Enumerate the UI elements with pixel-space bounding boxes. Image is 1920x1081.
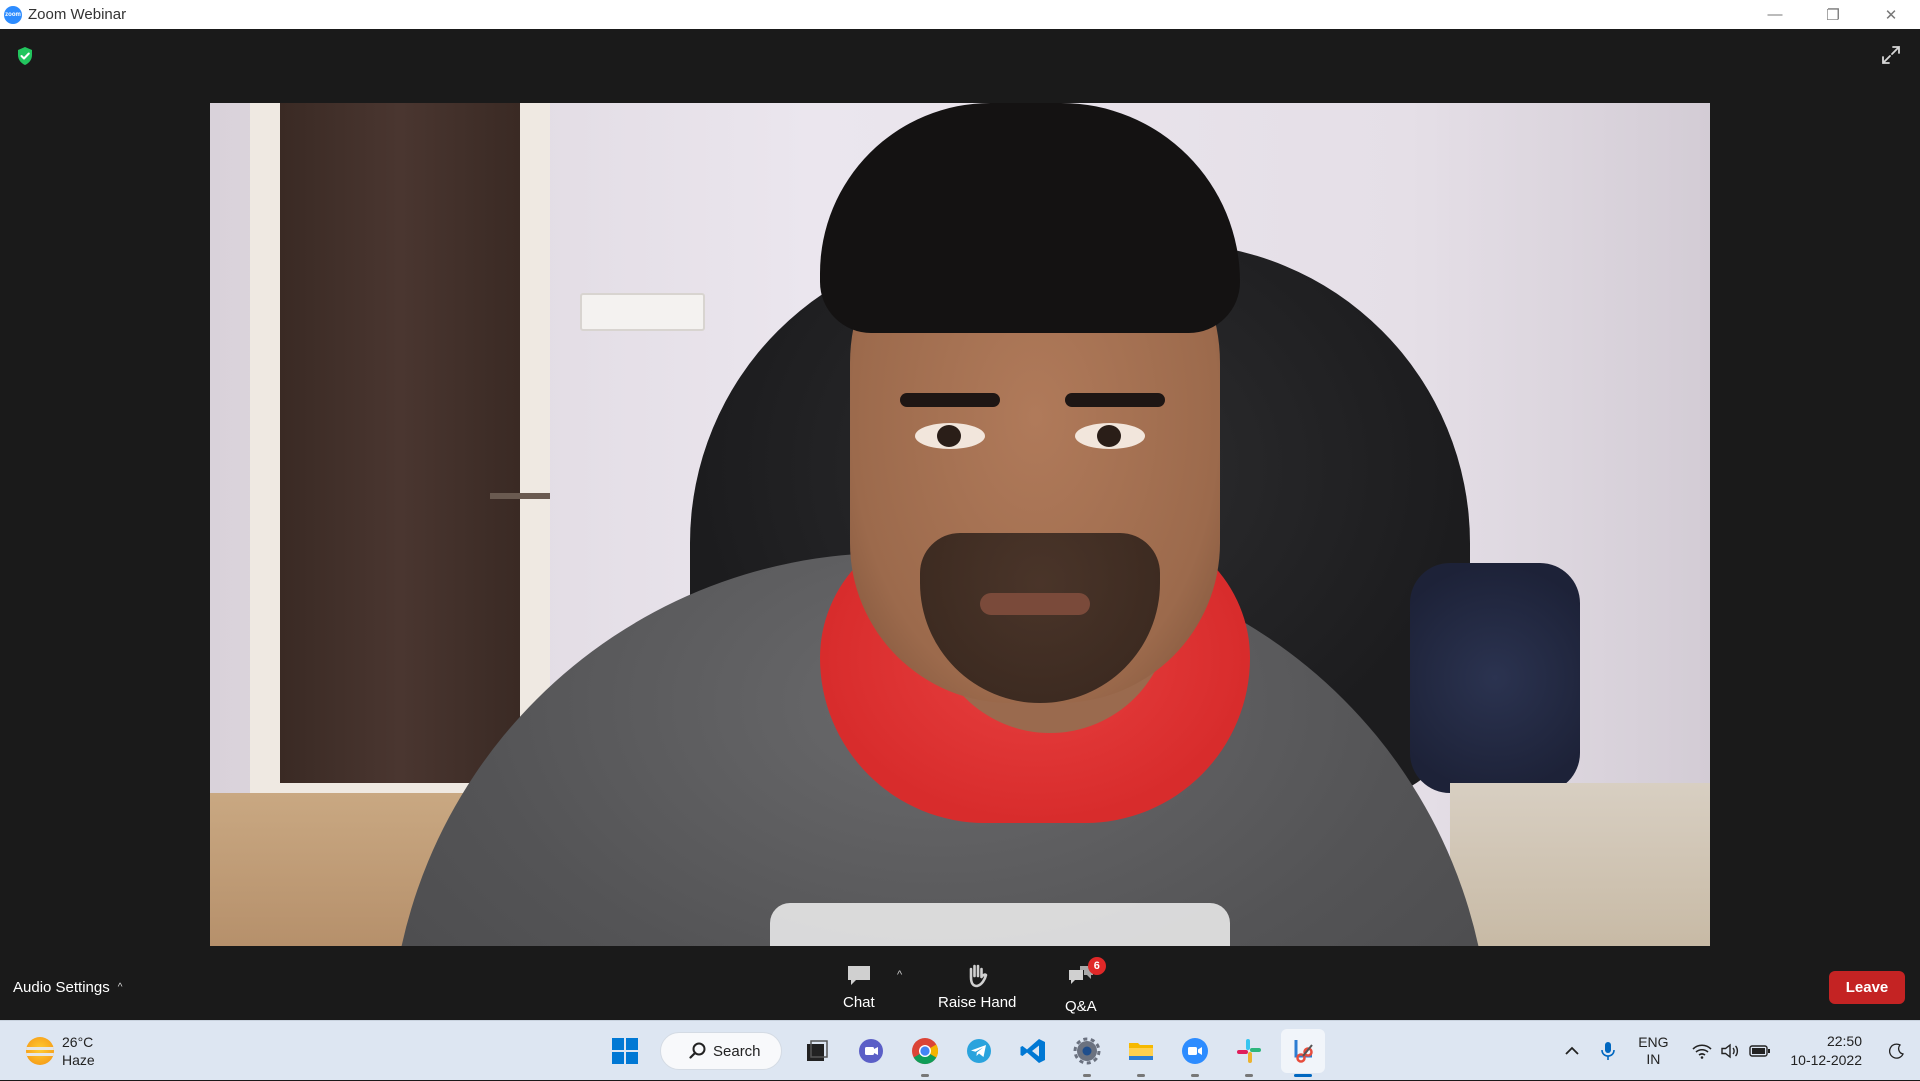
clock[interactable]: 22:50 10-12-2022	[1790, 1032, 1862, 1070]
microphone-tray-button[interactable]	[1590, 1041, 1626, 1061]
video-hoodie-print	[770, 903, 1230, 946]
video-person-eye-right	[1075, 423, 1145, 449]
task-view-button[interactable]	[795, 1029, 839, 1073]
chevron-up-icon	[1565, 1046, 1580, 1055]
raise-hand-label: Raise Hand	[938, 994, 1017, 1011]
taskbar-search[interactable]: Search	[660, 1032, 782, 1070]
running-indicator	[1083, 1074, 1091, 1077]
vscode-button[interactable]	[1011, 1029, 1055, 1073]
settings-gear-icon	[1073, 1037, 1101, 1065]
slack-icon	[1237, 1039, 1261, 1063]
close-button[interactable]: ✕	[1862, 0, 1920, 29]
video-person-eye-left	[915, 423, 985, 449]
show-hidden-icons-button[interactable]	[1554, 1043, 1590, 1059]
microphone-icon	[1601, 1042, 1616, 1060]
wifi-status[interactable]	[1688, 1043, 1716, 1059]
teams-chat-icon	[859, 1039, 883, 1063]
language-line-1: ENG	[1638, 1034, 1669, 1050]
leave-button[interactable]: Leave	[1829, 971, 1905, 1004]
zoom-icon	[1182, 1038, 1208, 1064]
telegram-icon	[967, 1039, 991, 1063]
vscode-icon	[1020, 1039, 1045, 1063]
language-line-2: IN	[1646, 1051, 1661, 1067]
minimize-button[interactable]: —	[1746, 0, 1804, 29]
close-icon: ✕	[1884, 6, 1898, 24]
raise-hand-icon	[969, 964, 988, 988]
clock-time: 22:50	[1826, 1033, 1862, 1049]
qa-count-badge: 6	[1087, 957, 1106, 975]
video-desk	[1450, 783, 1710, 946]
zoom-taskbar-button[interactable]	[1173, 1029, 1217, 1077]
meeting-area	[0, 29, 1920, 1020]
video-door	[280, 103, 520, 783]
chrome-button[interactable]	[903, 1029, 947, 1077]
notification-button[interactable]	[1884, 1043, 1910, 1059]
task-view-icon	[807, 1040, 828, 1061]
speaker-icon	[1721, 1043, 1739, 1059]
start-button[interactable]	[603, 1029, 647, 1073]
running-indicator	[1137, 1074, 1145, 1077]
video-person-mouth	[980, 593, 1090, 615]
haze-weather-icon	[26, 1037, 54, 1065]
chat-options-chevron-icon[interactable]: ^	[897, 969, 902, 981]
weather-widget[interactable]: 26°C Haze	[26, 1033, 95, 1069]
system-tray: ENG IN 22:50 10-12-2022	[1554, 1021, 1920, 1081]
chat-icon	[847, 966, 870, 985]
restore-icon: ❐	[1826, 6, 1840, 24]
minimize-icon: —	[1767, 6, 1783, 23]
teams-chat-button[interactable]	[849, 1029, 893, 1073]
weather-temperature: 26°C	[62, 1034, 94, 1050]
snipping-tool-button[interactable]	[1281, 1029, 1325, 1077]
running-indicator	[921, 1074, 929, 1077]
video-feed	[210, 103, 1710, 946]
meeting-control-bar: Audio Settings ^ Chat ^ Raise Hand 6 Q&A…	[0, 951, 1920, 1020]
video-person-brow-right	[1065, 393, 1165, 407]
video-door-handle	[490, 493, 550, 499]
chrome-icon	[912, 1038, 939, 1065]
battery-status[interactable]	[1744, 1044, 1776, 1058]
snipping-tool-icon	[1294, 1040, 1313, 1063]
video-cloth	[1410, 563, 1580, 793]
wifi-icon	[1692, 1044, 1712, 1059]
language-indicator[interactable]: ENG IN	[1626, 1034, 1680, 1068]
moon-icon	[1889, 1043, 1904, 1059]
search-label: Search	[713, 1042, 761, 1060]
search-icon	[689, 1042, 706, 1059]
audio-settings-label: Audio Settings	[13, 979, 110, 996]
windows-taskbar: 26°C Haze Search ENG IN 22:50 10-12-2022	[0, 1020, 1920, 1080]
window-controls: — ❐ ✕	[1746, 0, 1920, 29]
telegram-button[interactable]	[957, 1029, 1001, 1073]
volume-status[interactable]	[1716, 1043, 1744, 1059]
chevron-up-icon: ^	[117, 982, 123, 993]
weather-condition: Haze	[62, 1052, 95, 1068]
windows-start-icon	[612, 1038, 638, 1064]
active-indicator	[1294, 1074, 1312, 1077]
slack-button[interactable]	[1227, 1029, 1271, 1077]
chat-button[interactable]: Chat	[843, 961, 875, 1011]
settings-button[interactable]	[1065, 1029, 1109, 1077]
restore-button[interactable]: ❐	[1804, 0, 1862, 29]
folder-icon	[1129, 1043, 1153, 1060]
qa-button[interactable]: 6 Q&A	[1065, 957, 1106, 1015]
video-wall-switch	[580, 293, 705, 331]
clock-date: 10-12-2022	[1790, 1052, 1862, 1068]
file-explorer-button[interactable]	[1119, 1029, 1163, 1077]
app-icon-label: zoom	[5, 11, 21, 18]
video-person-brow-left	[900, 393, 1000, 407]
shield-check-icon[interactable]	[15, 46, 35, 66]
zoom-app-icon: zoom	[4, 5, 22, 24]
expand-icon[interactable]	[1880, 44, 1902, 66]
raise-hand-button[interactable]: Raise Hand	[938, 961, 1016, 1011]
running-indicator	[1245, 1074, 1253, 1077]
taskbar-apps: Search	[598, 1029, 1330, 1077]
audio-settings-button[interactable]: Audio Settings ^	[13, 979, 122, 996]
qa-label: Q&A	[1065, 998, 1097, 1015]
running-indicator	[1191, 1074, 1199, 1077]
window-title-bar: zoom Zoom Webinar — ❐ ✕	[0, 0, 1920, 29]
chat-label: Chat	[843, 994, 875, 1011]
window-title: Zoom Webinar	[28, 6, 127, 23]
battery-icon	[1749, 1045, 1771, 1057]
